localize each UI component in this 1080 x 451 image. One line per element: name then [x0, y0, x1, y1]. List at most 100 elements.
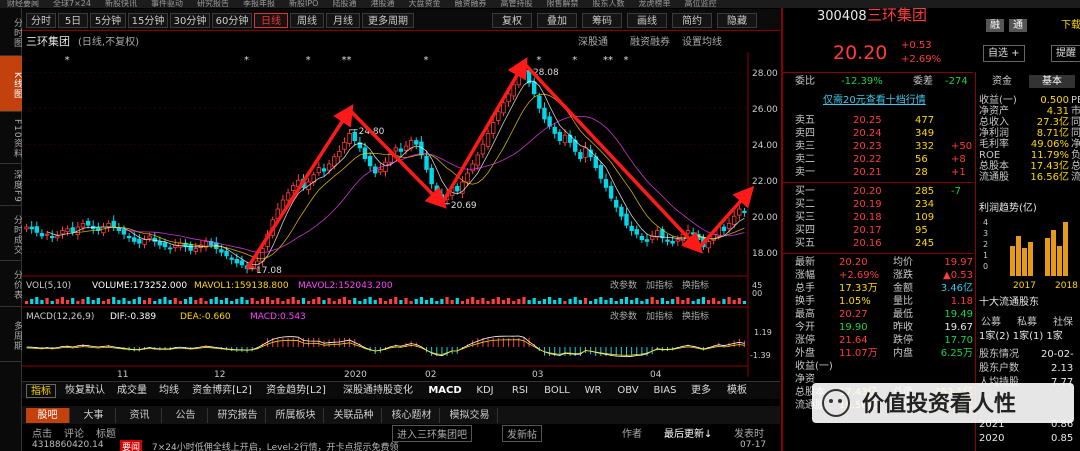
- add-watch-button[interactable]: 自选 +: [983, 45, 1025, 62]
- left-tab[interactable]: 多周期: [0, 307, 22, 362]
- event-marker[interactable]: *: [536, 55, 541, 66]
- indicator-tab[interactable]: OBV: [612, 384, 644, 398]
- indicator-tab[interactable]: RSI: [506, 384, 534, 398]
- kline-chart-svg[interactable]: 三环集团 (日线,不复权) 深股通 融资融券 设置均线 28.00 26.00 24.00 22…: [22, 32, 780, 380]
- toolbar-button[interactable]: 简约: [672, 13, 712, 28]
- event-marker[interactable]: *: [572, 55, 577, 66]
- macd-panel-link[interactable]: 加指标: [646, 310, 673, 322]
- macd-panel-link[interactable]: 改参数: [610, 310, 637, 322]
- indicator-tab[interactable]: 恢复默认: [62, 384, 108, 398]
- period-button[interactable]: 30分钟: [170, 13, 210, 28]
- event-marker[interactable]: **: [341, 55, 351, 66]
- left-tab[interactable]: 分时图: [0, 8, 22, 56]
- indicator-tab[interactable]: 均线: [156, 384, 182, 398]
- connect-button[interactable]: 通: [1009, 19, 1027, 32]
- toolbar-button[interactable]: 画线: [627, 13, 667, 28]
- top-nav-item[interactable]: 新股快讯: [105, 0, 137, 8]
- left-tab[interactable]: 分时成交: [0, 206, 22, 261]
- indicator-tab[interactable]: BOLL: [540, 384, 574, 398]
- left-tab[interactable]: F10资料: [0, 112, 22, 164]
- indicator-tab[interactable]: 指标: [26, 384, 56, 398]
- top-nav-item[interactable]: 高位监控: [684, 0, 716, 8]
- top-nav-item[interactable]: 事件驱动: [151, 0, 183, 8]
- top-nav-item[interactable]: 季报年报: [243, 0, 275, 8]
- top-nav-item[interactable]: 研究报告: [197, 0, 229, 8]
- chart-header-link[interactable]: 设置均线: [682, 35, 722, 48]
- event-marker[interactable]: *: [306, 55, 311, 66]
- indicator-tab[interactable]: 更多: [686, 384, 716, 398]
- period-button[interactable]: 日线: [254, 13, 288, 28]
- news-tab[interactable]: 公告: [164, 408, 208, 423]
- indicator-tab[interactable]: 深股通持股变化: [336, 384, 420, 398]
- news-tab[interactable]: 模拟交易: [442, 408, 498, 423]
- indicator-tab[interactable]: WR: [580, 384, 606, 398]
- top-nav-item[interactable]: 陆股通: [332, 0, 356, 8]
- candle-body: [475, 154, 480, 166]
- top-nav-item[interactable]: 股东人数: [592, 0, 624, 8]
- news-tab[interactable]: 大事: [72, 408, 116, 423]
- period-button[interactable]: 分时: [26, 13, 56, 28]
- volume-bar: [91, 300, 95, 304]
- indicator-tab[interactable]: KDJ: [470, 384, 500, 398]
- left-tab[interactable]: 分价表: [0, 261, 22, 307]
- period-button[interactable]: 5日: [58, 13, 88, 28]
- toolbar-button[interactable]: 隐藏: [717, 13, 757, 28]
- event-marker[interactable]: *: [244, 55, 249, 66]
- toolbar-button[interactable]: 复权: [492, 13, 532, 28]
- top-nav-item[interactable]: 龙虎榜单: [638, 0, 670, 8]
- indicator-tab[interactable]: 资金博弈[L2]: [188, 384, 256, 398]
- toolbar-button[interactable]: 叠加: [537, 13, 577, 28]
- margin-button[interactable]: 融: [986, 19, 1004, 32]
- top-nav-item[interactable]: 限售解禁: [546, 0, 578, 8]
- indicator-tab[interactable]: MACD: [426, 384, 464, 398]
- alert-button[interactable]: 提醒: [1051, 45, 1080, 62]
- tenlevel-link[interactable]: 仅需20元查看十档行情: [823, 94, 926, 107]
- top-nav-item[interactable]: 新股IPO: [289, 0, 318, 8]
- kline-chart-area[interactable]: 三环集团 (日线,不复权) 深股通 融资融券 设置均线 28.00 26.00 24.00 22…: [22, 32, 780, 380]
- latest-sort-header[interactable]: 最后更新↓: [664, 425, 712, 440]
- stat-label: 均价: [893, 257, 913, 268]
- news-tab[interactable]: 所属板块: [268, 408, 324, 423]
- event-marker[interactable]: *: [624, 55, 629, 66]
- download-link[interactable]: 下载: [1061, 19, 1080, 32]
- news-tab[interactable]: 核心题材: [384, 408, 440, 423]
- top-nav-item[interactable]: 高管持股: [500, 0, 532, 8]
- chart-header-link[interactable]: 融资融券: [630, 35, 670, 48]
- period-button[interactable]: 15分钟: [128, 13, 168, 28]
- indicator-tab[interactable]: 模板: [722, 384, 752, 398]
- right-tab[interactable]: 资金: [979, 75, 1025, 88]
- top-nav-item[interactable]: 全球7×24: [53, 0, 91, 8]
- top-nav-item[interactable]: 大盘资金: [408, 0, 440, 8]
- vol-panel-link[interactable]: 换指标: [682, 279, 709, 291]
- period-button[interactable]: 更多周期: [362, 13, 414, 28]
- period-button[interactable]: 周线: [290, 13, 324, 28]
- vol-panel-link[interactable]: 加指标: [646, 279, 673, 291]
- news-tab[interactable]: 股吧: [26, 408, 70, 423]
- vol-panel-link[interactable]: 改参数: [610, 279, 637, 291]
- news-tab[interactable]: 研究报告: [210, 408, 266, 423]
- macd-panel-link[interactable]: 换指标: [682, 310, 709, 322]
- indicator-tab[interactable]: 成交量: [114, 384, 150, 398]
- news-row[interactable]: 4318860420.14 要闻 7×24小时低佣全线上开启，Level-2行情，开…: [22, 440, 780, 451]
- left-tab[interactable]: 深度F9: [0, 164, 22, 206]
- news-title[interactable]: 7×24小时低佣全线上开启，Level-2行情，开卡点提示免费领: [152, 440, 398, 451]
- news-tab[interactable]: 资讯: [118, 408, 162, 423]
- period-button[interactable]: 月线: [326, 13, 360, 28]
- candle-body: [496, 111, 501, 121]
- period-button[interactable]: 5分钟: [90, 13, 126, 28]
- chart-header-link[interactable]: 深股通: [578, 36, 608, 48]
- left-tab[interactable]: K线图: [0, 56, 22, 112]
- event-marker[interactable]: **: [603, 55, 613, 66]
- right-tab[interactable]: 基本: [1029, 75, 1075, 88]
- top-nav-item[interactable]: 港股通: [370, 0, 394, 8]
- indicator-tab[interactable]: BIAS: [650, 384, 680, 398]
- event-marker[interactable]: *: [424, 55, 429, 66]
- event-marker[interactable]: *: [65, 55, 70, 66]
- period-button[interactable]: 60分钟: [212, 13, 252, 28]
- stat-value: +2.69%: [839, 270, 880, 281]
- top-nav-item[interactable]: 融资融券: [454, 0, 486, 8]
- news-tab[interactable]: 关联品种: [326, 408, 382, 423]
- top-nav-item[interactable]: 财经要闻: [7, 0, 39, 8]
- toolbar-button[interactable]: 筹码: [582, 13, 622, 28]
- indicator-tab[interactable]: 资金趋势[L2]: [262, 384, 330, 398]
